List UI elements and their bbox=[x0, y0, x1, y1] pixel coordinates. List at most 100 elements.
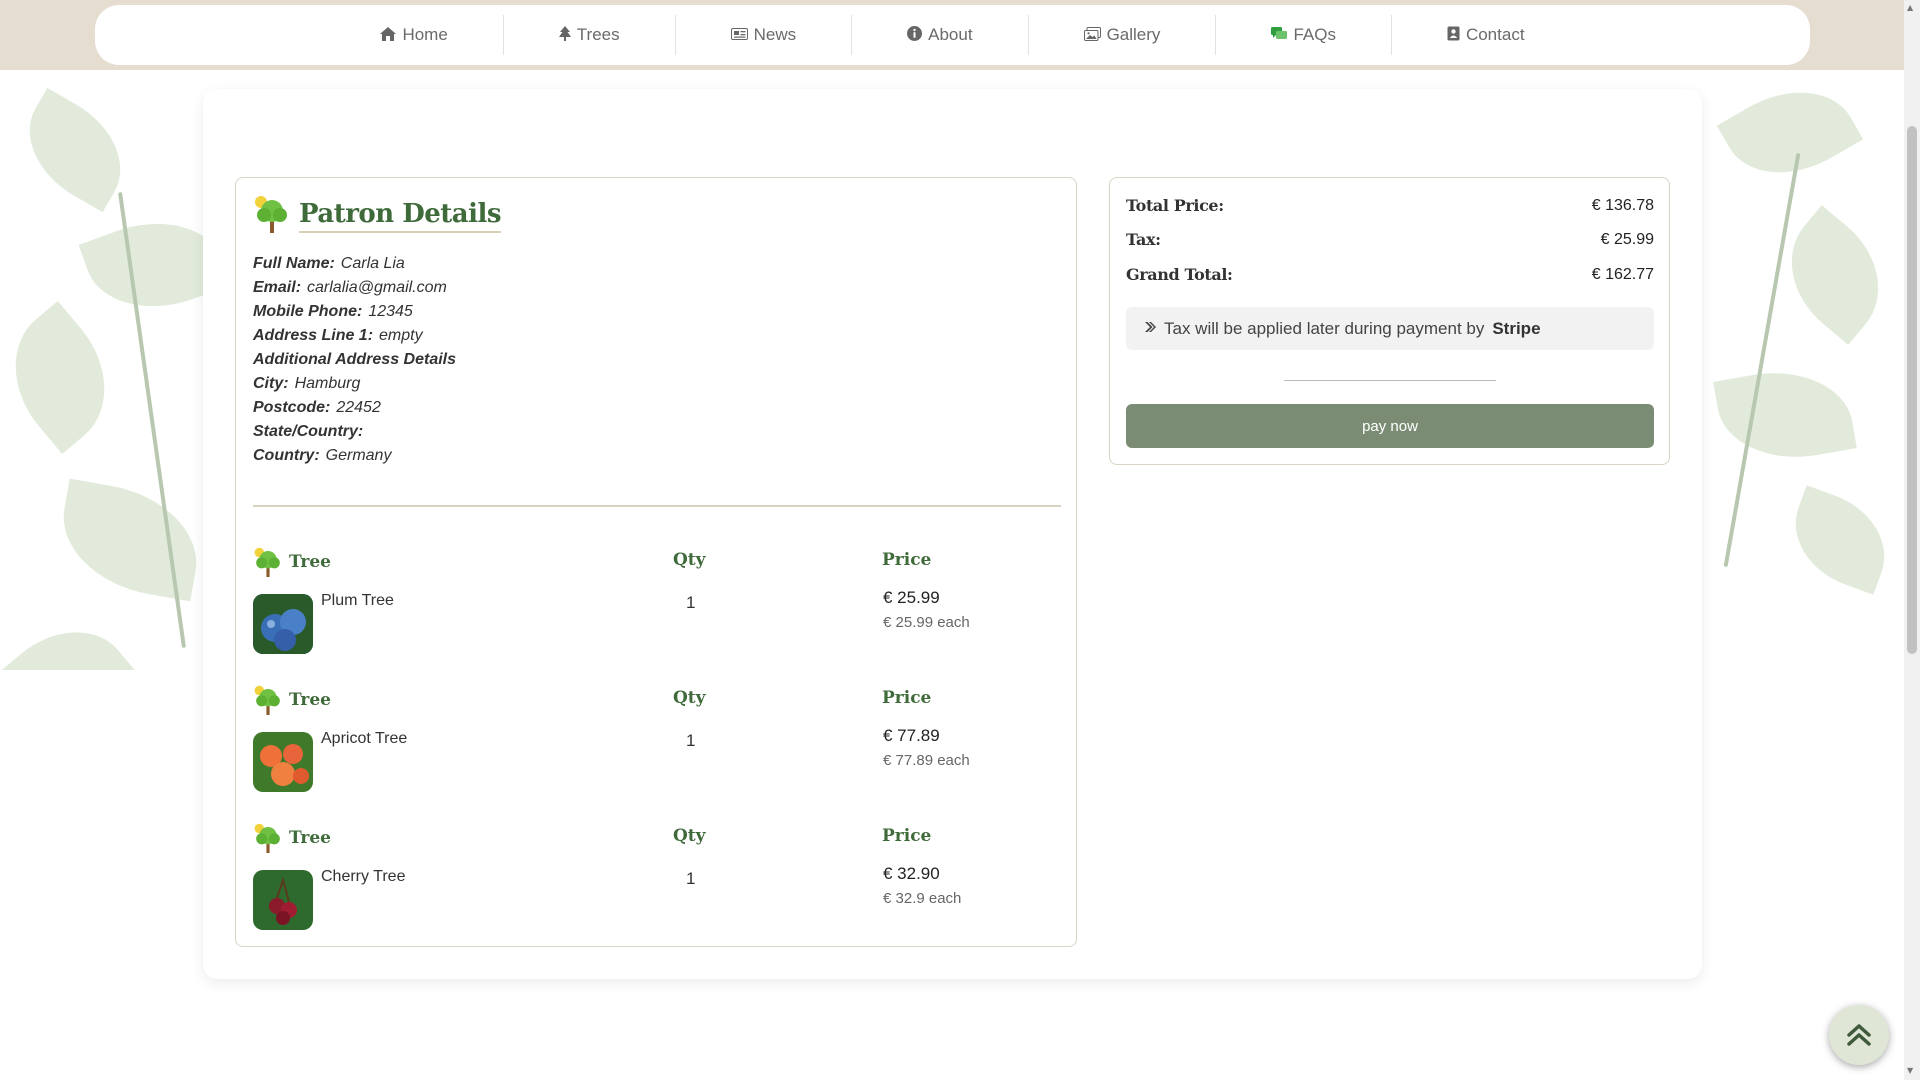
item-header-tree-label: Tree bbox=[289, 828, 332, 848]
section-divider bbox=[253, 505, 1061, 507]
stripe-label: Stripe bbox=[1492, 318, 1541, 338]
item-header-tree: Tree bbox=[253, 822, 331, 854]
field-value: carlalia@gmail.com bbox=[307, 279, 447, 296]
item-price: € 25.99 bbox=[883, 588, 940, 607]
patron-title: Patron Details bbox=[299, 199, 502, 233]
field-value: empty bbox=[379, 327, 423, 344]
field-mobile-phone: Mobile Phone: 12345 bbox=[253, 300, 462, 324]
cherry-tree-thumbnail bbox=[253, 870, 313, 930]
field-full-name: Full Name: Carla Lia bbox=[253, 252, 462, 276]
scroll-up-arrow-icon[interactable]: ▲ bbox=[1907, 3, 1913, 12]
patron-details-panel: Patron Details Full Name: Carla Lia Email… bbox=[235, 177, 1077, 947]
contact-card-icon bbox=[1447, 26, 1460, 44]
patron-title-row: Patron Details bbox=[253, 194, 502, 238]
item-each-price: € 25.99 each bbox=[883, 614, 970, 631]
patron-fields: Full Name: Carla Lia Email: carlalia@gmail… bbox=[253, 252, 462, 468]
field-label: State/Country: bbox=[253, 423, 364, 440]
apricot-tree-thumbnail bbox=[253, 732, 313, 792]
field-label: Country: bbox=[253, 447, 320, 464]
tax-label: Tax: bbox=[1126, 230, 1161, 249]
item-header-qty: Qty bbox=[673, 826, 706, 846]
item-name: Apricot Tree bbox=[321, 730, 408, 747]
scroll-down-arrow-icon[interactable]: ▼ bbox=[1907, 1066, 1913, 1075]
page-scrollbar[interactable]: ▲ ▼ bbox=[1904, 0, 1920, 1080]
nav-about[interactable]: About bbox=[852, 15, 1029, 55]
grand-total-label: Grand Total: bbox=[1126, 265, 1233, 284]
tree-icon bbox=[254, 823, 280, 853]
item-each-price: € 32.9 each bbox=[883, 890, 962, 907]
item-header-tree-label: Tree bbox=[289, 690, 332, 710]
field-value: 12345 bbox=[368, 303, 413, 320]
nav-faqs[interactable]: FAQs bbox=[1216, 15, 1392, 55]
summary-separator bbox=[1284, 380, 1496, 381]
nav-home[interactable]: Home bbox=[325, 15, 504, 55]
field-label: Full Name: bbox=[253, 255, 335, 272]
item-name: Cherry Tree bbox=[321, 868, 406, 885]
item-name: Plum Tree bbox=[321, 592, 394, 609]
field-address-line-1: Address Line 1: empty bbox=[253, 324, 462, 348]
pay-now-button[interactable]: pay now bbox=[1126, 404, 1654, 448]
item-price: € 32.90 bbox=[883, 864, 940, 883]
order-summary-panel: Total Price: € 136.78 Tax: € 25.99 Grand… bbox=[1109, 177, 1670, 465]
item-qty: 1 bbox=[686, 869, 696, 888]
item-header-qty: Qty bbox=[673, 688, 706, 708]
total-price-row: Total Price: € 136.78 bbox=[1126, 196, 1654, 215]
grand-total-row: Grand Total: € 162.77 bbox=[1126, 265, 1654, 284]
image-icon bbox=[1083, 26, 1101, 44]
total-price-label: Total Price: bbox=[1126, 196, 1224, 215]
nav-trees-label: Trees bbox=[576, 25, 620, 44]
field-value: 22452 bbox=[336, 399, 381, 416]
nav-faqs-label: FAQs bbox=[1293, 25, 1336, 44]
item-header-price: Price bbox=[882, 550, 932, 570]
nav-gallery[interactable]: Gallery bbox=[1029, 15, 1217, 55]
field-label: City: bbox=[253, 375, 289, 392]
field-value: Hamburg bbox=[294, 375, 361, 392]
item-header-tree-label: Tree bbox=[289, 552, 332, 572]
item-qty: 1 bbox=[686, 593, 696, 612]
field-label: Mobile Phone: bbox=[253, 303, 363, 320]
nav-contact[interactable]: Contact bbox=[1392, 15, 1580, 55]
item-header-price: Price bbox=[882, 826, 932, 846]
scrollbar-thumb[interactable] bbox=[1907, 126, 1917, 654]
double-chevron-up-icon bbox=[1847, 1024, 1871, 1046]
nav-news-label: News bbox=[753, 25, 797, 44]
item-header-qty: Qty bbox=[673, 550, 706, 570]
field-label: Postcode: bbox=[253, 399, 331, 416]
field-additional-address: Additional Address Details bbox=[253, 348, 462, 372]
field-value: Germany bbox=[325, 447, 392, 464]
field-value: Carla Lia bbox=[340, 255, 405, 272]
info-icon bbox=[907, 26, 923, 44]
chat-icon bbox=[1271, 26, 1288, 44]
chevron-right-icon bbox=[1144, 321, 1156, 336]
field-state-country: State/Country: bbox=[253, 420, 462, 444]
field-postcode: Postcode: 22452 bbox=[253, 396, 462, 420]
nav-about-label: About bbox=[928, 25, 973, 44]
field-label: Additional Address Details bbox=[253, 351, 456, 368]
item-each-price: € 77.89 each bbox=[883, 752, 970, 769]
item-header-tree: Tree bbox=[253, 684, 331, 716]
total-price-value: € 136.78 bbox=[1591, 196, 1654, 214]
field-email: Email: carlalia@gmail.com bbox=[253, 276, 462, 300]
newspaper-icon bbox=[730, 27, 748, 43]
item-header-tree: Tree bbox=[253, 546, 331, 578]
nav-trees[interactable]: Trees bbox=[504, 15, 676, 55]
tax-notice-text: Tax will be applied later during payment… bbox=[1164, 318, 1485, 338]
item-header-price: Price bbox=[882, 688, 932, 708]
tree-icon bbox=[253, 194, 291, 238]
field-label: Email: bbox=[253, 279, 302, 296]
tax-value: € 25.99 bbox=[1600, 230, 1654, 248]
item-qty: 1 bbox=[686, 731, 696, 750]
nav-home-label: Home bbox=[402, 25, 448, 44]
tax-notice: Tax will be applied later during payment… bbox=[1126, 307, 1654, 350]
tax-row: Tax: € 25.99 bbox=[1126, 230, 1654, 249]
nav-gallery-label: Gallery bbox=[1106, 25, 1161, 44]
nav-news[interactable]: News bbox=[676, 15, 853, 55]
grand-total-value: € 162.77 bbox=[1591, 265, 1654, 283]
tree-icon bbox=[558, 26, 571, 44]
back-to-top-button[interactable] bbox=[1829, 1005, 1889, 1065]
item-price: € 77.89 bbox=[883, 726, 940, 745]
tree-icon bbox=[254, 685, 280, 715]
field-city: City: Hamburg bbox=[253, 372, 462, 396]
nav-contact-label: Contact bbox=[1465, 25, 1525, 44]
field-country: Country: Germany bbox=[253, 444, 462, 468]
